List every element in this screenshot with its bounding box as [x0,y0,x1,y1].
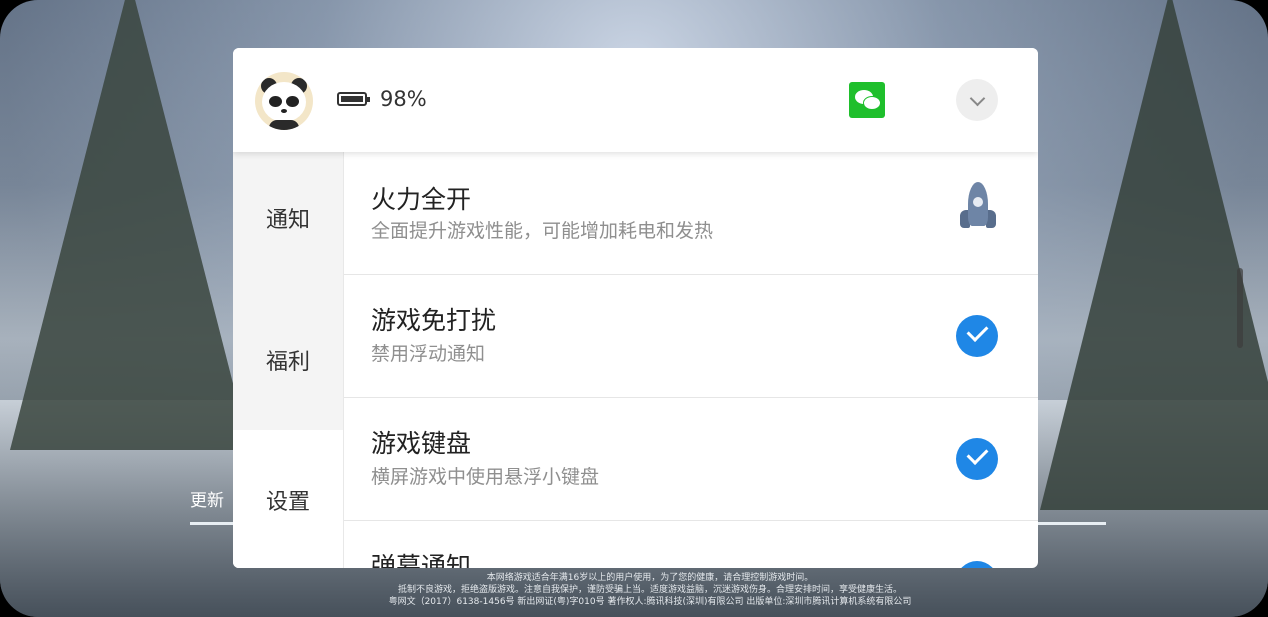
notice-line: 本网络游戏适合年满16岁以上的用户使用，为了您的健康，请合理控制游戏时间。 [486,573,814,583]
settings-list: 火力全开 全面提升游戏性能，可能增加耗电和发热 游戏免打扰 禁用浮动通知 游戏键… [343,152,1038,568]
tab-label: 设置 [265,490,310,515]
setting-row-game-keyboard[interactable]: 游戏键盘 横屏游戏中使用悬浮小键盘 [344,398,1038,521]
setting-subtitle: 全面提升游戏性能，可能增加耗电和发热 [371,220,714,242]
notice-line: 抵制不良游戏，拒绝盗版游戏。注意自我保护，谨防受骗上当。适度游戏益脑，沉迷游戏伤… [397,585,902,595]
update-label: 更新 [190,491,224,511]
tab-label: 通知 [265,208,310,233]
setting-title: 火力全开 [371,185,472,214]
collapse-button[interactable] [956,79,998,121]
battery-icon [337,92,370,106]
setting-row-full-power[interactable]: 火力全开 全面提升游戏性能，可能增加耗电和发热 [344,152,1038,275]
update-progress-line-end [1030,522,1106,525]
rocket-icon[interactable] [958,182,998,234]
tab-benefits[interactable]: 福利 [233,344,343,376]
sidebar: 通知 福利 设置 [233,152,343,568]
notice-line: 粤网文（2017）6138-1456号 新出网证(粤)字010号 著作权人:腾讯… [388,597,912,607]
setting-title: 游戏键盘 [371,429,472,458]
panel-header: 98% [233,48,1038,152]
setting-row-danmaku[interactable]: 弹幕通知 [344,521,1038,568]
tab-settings[interactable]: 设置 [233,430,343,568]
tab-notifications[interactable]: 通知 [233,202,343,234]
check-icon[interactable] [956,438,998,480]
game-assistant-panel: 98% 通知 福利 设置 火力全开 全面提升游戏性能，可能增加耗电和发热 游戏免… [233,48,1038,568]
setting-subtitle: 禁用浮动通知 [371,343,486,365]
battery-percent: 98% [380,87,427,111]
health-notice: 本网络游戏适合年满16岁以上的用户使用，为了您的健康，请合理控制游戏时间。 抵制… [300,572,1000,608]
setting-title: 游戏免打扰 [371,306,497,335]
wechat-icon[interactable] [849,82,885,118]
setting-title: 弹幕通知 [371,552,472,568]
panda-avatar-icon[interactable] [255,72,313,130]
check-icon[interactable] [956,315,998,357]
pine-tree-left [10,0,250,450]
chevron-down-icon [969,90,986,107]
setting-subtitle: 横屏游戏中使用悬浮小键盘 [371,466,600,488]
check-icon[interactable] [956,561,998,568]
setting-row-do-not-disturb[interactable]: 游戏免打扰 禁用浮动通知 [344,275,1038,398]
tab-label: 福利 [265,350,310,375]
pine-tree-right [1040,0,1268,510]
side-scroll-handle[interactable] [1237,268,1243,348]
